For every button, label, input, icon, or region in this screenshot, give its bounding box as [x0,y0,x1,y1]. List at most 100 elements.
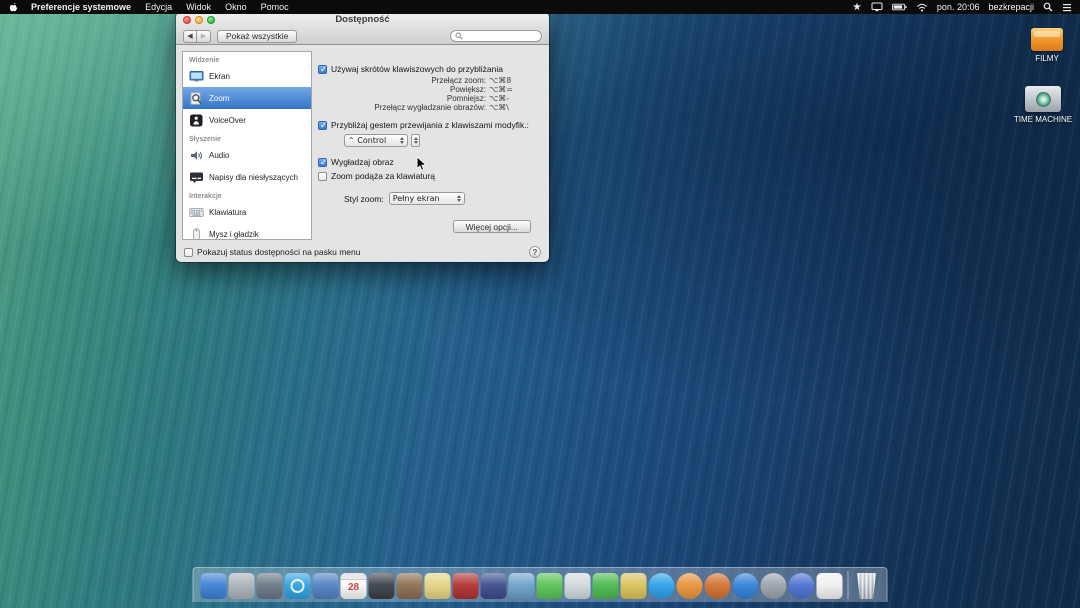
time-machine-drive-icon [1025,86,1061,112]
dock-icon-quicktime[interactable] [481,573,507,599]
dock-icon-notes[interactable] [425,573,451,599]
modifier-popup[interactable]: ⌃ Control [344,134,408,147]
dock-icon-game-center[interactable] [621,573,647,599]
window-header: Dostępność ◀ ▶ Pokaż wszystkie [176,12,549,45]
scroll-gesture-checkbox[interactable] [318,121,327,130]
dock-icon-textedit[interactable] [817,573,843,599]
navigation-buttons: ◀ ▶ [183,30,211,43]
dock-icon-preview[interactable] [509,573,535,599]
shortcut-label: Przełącz wygładzanie obrazów: [318,103,486,112]
menu-pomoc[interactable]: Pomoc [254,2,296,12]
dock-icon-photo-booth[interactable] [369,573,395,599]
dock-icon-launchpad[interactable] [229,573,255,599]
calendar-day: 28 [348,582,359,593]
apple-menu[interactable] [9,2,18,13]
sidebar-item-mysz-i-g-adzik[interactable]: Mysz i gładzik [183,223,311,240]
dock-icon-calendar[interactable]: 28 [341,573,367,599]
dock-icon-app-store[interactable] [733,573,759,599]
user-menu[interactable]: bezkrepacji [988,2,1034,12]
dock-icon-finder[interactable] [201,573,227,599]
search-field[interactable] [450,30,542,42]
dock-icon-mission-control[interactable] [257,573,283,599]
calendar-icon: 28 [341,573,367,599]
mission-control-icon [257,573,283,599]
shortcut-keys: ⌥⌘= [489,85,513,94]
search-icon [455,32,463,40]
follow-keyboard-checkbox[interactable] [318,172,327,181]
notes-icon [425,573,451,599]
dock-icon-ibooks[interactable] [677,573,703,599]
accessibility-sidebar: WidzenieEkranZoomVoiceOverSłyszenieAudio… [182,51,312,240]
popup-arrows-icon [400,137,404,145]
accessibility-preferences-window: Dostępność ◀ ▶ Pokaż wszystkie WidzenieE… [176,12,549,262]
menu-edycja[interactable]: Edycja [138,2,179,12]
forward-button[interactable]: ▶ [197,30,211,43]
show-all-button[interactable]: Pokaż wszystkie [217,30,297,43]
use-shortcuts-row: Używaj skrótów klawiszowych do przybliża… [318,64,543,74]
display-menu-icon[interactable] [871,2,883,12]
dvd-player-icon [453,573,479,599]
sidebar-item-zoom[interactable]: Zoom [183,87,311,109]
status-menu-checkbox[interactable] [184,248,193,257]
sidebar-item-napisy-dla-nies-ysz-cych[interactable]: Napisy dla niesłyszących [183,166,311,188]
dock-icon-aperture[interactable] [705,573,731,599]
dock-icon-safari[interactable] [285,573,311,599]
clock[interactable]: pon. 20:06 [937,2,980,12]
aperture-icon [705,573,731,599]
desktop-icon-filmy[interactable]: FILMY [1012,28,1080,63]
menu-widok[interactable]: Widok [179,2,218,12]
sidebar-item-audio[interactable]: Audio [183,144,311,166]
modifier-row: ⌃ Control [344,134,543,147]
desktop-icon-label: FILMY [1035,54,1059,63]
modifier-value: ⌃ Control [348,136,396,145]
shortcut-row-pomniejsz: Pomniejsz:⌥⌘- [318,94,543,103]
toolbar: ◀ ▶ Pokaż wszystkie [176,27,549,45]
shortcut-row-powi-ksz: Powiększ:⌥⌘= [318,85,543,94]
sidebar-section-interakcje: Interakcje [183,188,311,201]
ibooks-icon [677,573,703,599]
menu-preferencje-systemowe[interactable]: Preferencje systemowe [24,2,138,12]
dock-icon-system-preferences[interactable] [761,573,787,599]
sidebar-item-klawiatura[interactable]: Klawiatura [183,201,311,223]
dock-icon-mail[interactable] [313,573,339,599]
popup-arrows-icon [457,195,461,203]
input-source-icon[interactable] [852,2,862,12]
smooth-images-checkbox[interactable] [318,158,327,167]
help-button[interactable]: ? [529,246,541,258]
dock-icon-facetime[interactable] [593,573,619,599]
more-options-button[interactable]: Więcej opcji... [453,220,531,233]
dock-icon-messages[interactable] [537,573,563,599]
screen: Preferencje systemoweEdycjaWidokOknoPomo… [0,0,1080,608]
zoom-style-label: Styl zoom: [344,194,384,204]
menu-okno[interactable]: Okno [218,2,254,12]
desktop-icon-label: TIME MACHINE [1014,115,1072,124]
sidebar-item-label: Zoom [209,94,231,103]
zoom-style-popup[interactable]: Pełny ekran [389,192,465,205]
dock-icon-contacts[interactable] [397,573,423,599]
use-shortcuts-checkbox[interactable] [318,65,327,74]
sidebar-item-ekran[interactable]: Ekran [183,65,311,87]
back-button[interactable]: ◀ [183,30,197,43]
trash-icon [854,573,880,599]
use-shortcuts-label: Używaj skrótów klawiszowych do przybliża… [331,64,503,74]
title-bar[interactable]: Dostępność [176,12,549,27]
facetime-icon [593,573,619,599]
dock-icon-stickies[interactable] [789,573,815,599]
dock-icon-maps[interactable] [565,573,591,599]
status-menu-label: Pokazuj status dostępności na pasku menu [197,247,361,257]
desktop-icon-time-machine[interactable]: TIME MACHINE [1008,86,1078,124]
spotlight-icon[interactable] [1043,2,1053,12]
notification-center-icon[interactable] [1062,3,1072,12]
safari-icon [285,573,311,599]
dock-icon-itunes[interactable] [649,573,675,599]
dock-icon-dvd-player[interactable] [453,573,479,599]
apple-icon [9,2,18,13]
window-content: WidzenieEkranZoomVoiceOverSłyszenieAudio… [176,45,549,262]
battery-icon[interactable] [892,3,907,11]
sidebar-item-label: Mysz i gładzik [209,230,261,239]
sidebar-item-voiceover[interactable]: VoiceOver [183,109,311,131]
dock-icon-trash[interactable] [854,573,880,599]
modifier-stepper[interactable] [411,134,420,147]
mouse-icon [189,228,204,241]
wifi-icon[interactable] [916,3,928,12]
